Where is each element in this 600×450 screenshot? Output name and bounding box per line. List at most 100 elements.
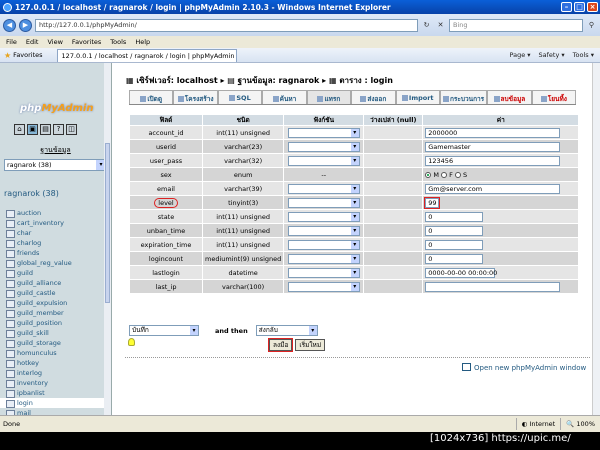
sex-radio[interactable] xyxy=(425,171,432,178)
menu-file[interactable]: File xyxy=(6,38,17,46)
sidebar-table-item[interactable]: inventory xyxy=(0,378,111,388)
sidebar-table-item[interactable]: login xyxy=(0,398,111,408)
field-type-cell: int(11) unsigned xyxy=(203,126,284,139)
sidebar-table-item[interactable]: guild_position xyxy=(0,318,111,328)
function-select[interactable] xyxy=(287,253,360,264)
value-input[interactable]: Gamemaster xyxy=(425,141,561,152)
tab-drop[interactable]: โยนทิ้ง xyxy=(531,90,577,104)
value-input[interactable]: 123456 xyxy=(425,155,561,166)
value-input[interactable] xyxy=(425,281,561,292)
function-select[interactable] xyxy=(287,183,360,194)
back-icon[interactable]: ◀ xyxy=(3,18,16,32)
value-input[interactable]: 0 xyxy=(425,253,484,264)
sex-radio[interactable] xyxy=(454,171,461,178)
function-select[interactable] xyxy=(287,197,360,208)
value-input[interactable]: 0000-00-00 00:00:00 xyxy=(425,267,497,278)
scroll-thumb[interactable] xyxy=(105,143,110,303)
minimize-button[interactable]: – xyxy=(561,2,572,12)
reset-button[interactable]: เริ่มใหม่ xyxy=(295,339,326,351)
main-scrollbar[interactable] xyxy=(592,63,600,415)
tab-empty[interactable]: ลบข้อมูล xyxy=(487,90,532,104)
sidebar-table-item[interactable]: mail xyxy=(0,408,111,415)
tab-import[interactable]: Import xyxy=(395,90,440,104)
menu-tools[interactable]: Tools xyxy=(110,38,126,46)
title-bar: 127.0.0.1 / localhost / ragnarok / login… xyxy=(0,0,600,14)
function-select[interactable] xyxy=(287,211,360,222)
sidebar-table-item[interactable]: guild_castle xyxy=(0,288,111,298)
search-input[interactable]: Bing xyxy=(449,18,583,32)
tab-insert[interactable]: แทรก xyxy=(306,90,352,104)
home-icon[interactable]: ⌂ xyxy=(14,124,25,135)
zoom-indicator[interactable]: 🔍 100% xyxy=(560,418,600,430)
sidebar-table-item[interactable]: hotkey xyxy=(0,358,111,368)
sidebar-table-item[interactable]: cart_inventory xyxy=(0,218,111,228)
sidebar-table-item[interactable]: guild_alliance xyxy=(0,278,111,288)
sidebar-table-item[interactable]: charlog xyxy=(0,238,111,248)
sidebar-table-item[interactable]: global_reg_value xyxy=(0,258,111,268)
stop-icon[interactable]: ✕ xyxy=(435,20,446,31)
sidebar-table-item[interactable]: guild_storage xyxy=(0,338,111,348)
tab-browse[interactable]: เปิดดู xyxy=(129,90,174,104)
breadcrumb-database[interactable]: ฐานข้อมูล: ragnarok xyxy=(238,76,320,85)
database-select[interactable]: ragnarok (38) ▾ xyxy=(4,159,107,171)
help-icon[interactable]: ? xyxy=(53,124,64,135)
forward-icon[interactable]: ▶ xyxy=(19,18,32,32)
menu-view[interactable]: View xyxy=(47,38,62,46)
sidebar-table-item[interactable]: guild_member xyxy=(0,308,111,318)
docs-icon[interactable]: ▤ xyxy=(40,124,51,135)
menu-favorites[interactable]: Favorites xyxy=(72,38,101,46)
refresh-icon[interactable]: ↻ xyxy=(421,20,432,31)
window-title: 127.0.0.1 / localhost / ragnarok / login… xyxy=(15,2,391,12)
sidebar-table-item[interactable]: auction xyxy=(0,208,111,218)
value-input[interactable]: 99 xyxy=(425,197,440,208)
field-name-cell: user_pass xyxy=(130,154,202,167)
breadcrumb-server[interactable]: เซิร์ฟเวอร์: localhost xyxy=(136,76,217,85)
sidebar-table-item[interactable]: homunculus xyxy=(0,348,111,358)
function-select[interactable] xyxy=(287,155,360,166)
function-select[interactable] xyxy=(287,127,360,138)
tools-menu[interactable]: Tools ▾ xyxy=(573,51,594,59)
tab-sql[interactable]: SQL xyxy=(217,90,263,104)
search-icon[interactable]: ⚲ xyxy=(586,20,597,31)
maximize-button[interactable]: □ xyxy=(574,2,585,12)
breadcrumb-table[interactable]: ตาราง : login xyxy=(339,76,393,85)
sidebar-table-item[interactable]: guild_expulsion xyxy=(0,298,111,308)
database-heading[interactable]: ragnarok (38) xyxy=(4,189,111,198)
sql-icon[interactable]: ▣ xyxy=(27,124,38,135)
value-input[interactable]: 0 xyxy=(425,239,484,250)
safety-menu[interactable]: Safety ▾ xyxy=(539,51,565,59)
after-insert-select[interactable]: ส่งกลับ xyxy=(255,325,318,336)
tab-export[interactable]: ส่งออก xyxy=(351,90,396,104)
menu-help[interactable]: Help xyxy=(135,38,150,46)
action-select[interactable]: บันทึก xyxy=(129,325,199,336)
close-button[interactable]: × xyxy=(587,2,598,12)
sidebar-table-item[interactable]: char xyxy=(0,228,111,238)
sidebar-table-item[interactable]: ipbanlist xyxy=(0,388,111,398)
value-input[interactable]: 0 xyxy=(425,225,484,236)
go-button[interactable]: ลงมือ xyxy=(269,339,293,351)
tab-search[interactable]: ค้นหา xyxy=(262,90,307,104)
sidebar-table-item[interactable]: guild_skill xyxy=(0,328,111,338)
value-input[interactable]: Gm@server.com xyxy=(425,183,561,194)
value-input[interactable]: 2000000 xyxy=(425,127,561,138)
value-input[interactable]: 0 xyxy=(425,211,484,222)
sidebar-scrollbar[interactable] xyxy=(104,63,111,415)
function-select[interactable] xyxy=(287,267,360,278)
function-select[interactable] xyxy=(287,141,360,152)
function-select[interactable] xyxy=(287,281,360,292)
sidebar-table-item[interactable]: friends xyxy=(0,248,111,258)
new-window-link[interactable]: Open new phpMyAdmin window xyxy=(462,363,586,372)
tab-structure[interactable]: โครงสร้าง xyxy=(173,90,218,104)
query-window-icon[interactable]: ◫ xyxy=(66,124,77,135)
sex-radio[interactable] xyxy=(441,171,448,178)
sidebar-table-item[interactable]: guild xyxy=(0,268,111,278)
function-select[interactable] xyxy=(287,225,360,236)
address-input[interactable]: http://127.0.0.1/phpMyAdmin/ xyxy=(35,18,418,32)
sidebar-table-item[interactable]: interlog xyxy=(0,368,111,378)
favorites-button[interactable]: Favorites xyxy=(13,51,42,59)
tab-operations[interactable]: กระบวนการ xyxy=(439,90,488,104)
menu-edit[interactable]: Edit xyxy=(26,38,39,46)
browser-tab[interactable]: 127.0.0.1 / localhost / ragnarok / login… xyxy=(56,48,237,62)
page-menu[interactable]: Page ▾ xyxy=(509,51,530,59)
function-select[interactable] xyxy=(287,239,360,250)
